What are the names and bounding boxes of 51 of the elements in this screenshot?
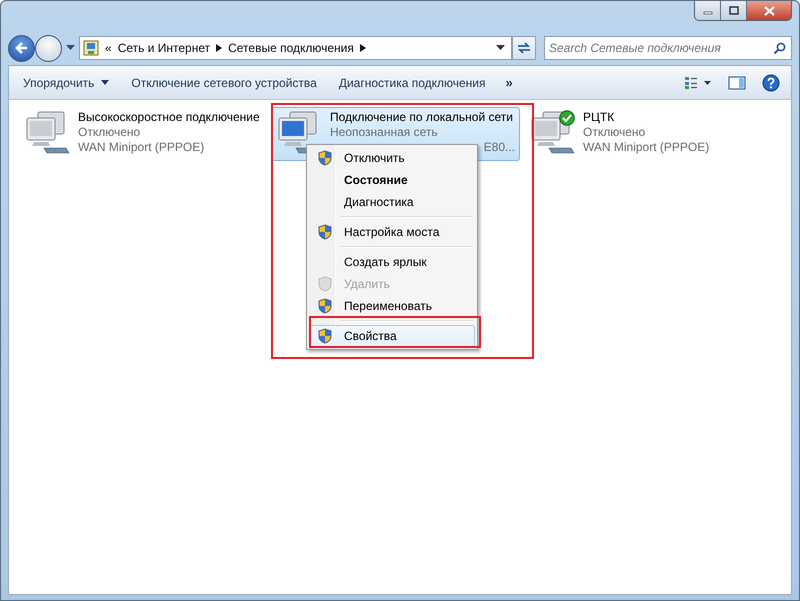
address-bar[interactable]: « Сеть и Интернет Сетевые подключения xyxy=(79,36,512,60)
shield-icon xyxy=(318,224,332,240)
close-button[interactable] xyxy=(747,1,791,20)
connection-device: E80... xyxy=(484,140,515,155)
connection-status: Отключено xyxy=(78,125,140,140)
close-icon xyxy=(764,6,774,16)
menu-item[interactable]: Свойства xyxy=(309,325,475,347)
connection-name: Высокоскоростное подключение xyxy=(78,110,260,125)
caret-icon xyxy=(101,80,110,85)
breadcrumb-overflow[interactable]: « xyxy=(105,41,112,55)
menu-item[interactable]: Создать ярлык xyxy=(309,251,475,273)
toolbar-button[interactable]: Упорядочить xyxy=(15,72,118,94)
menu-item[interactable]: Переименовать xyxy=(309,295,475,317)
connection-status: Неопознанная сеть xyxy=(330,125,438,140)
breadcrumb-arrow-icon[interactable] xyxy=(360,44,366,52)
refresh-arrows-icon xyxy=(516,41,532,55)
shield-icon xyxy=(318,298,332,314)
connection-device: WAN Miniport (PPPOE) xyxy=(583,140,710,155)
shield-icon xyxy=(318,328,332,344)
shield-icon xyxy=(318,150,332,166)
help-icon xyxy=(762,74,780,92)
toolbar-button[interactable]: Отключение сетевого устройства xyxy=(123,72,325,94)
menu-item[interactable]: Состояние xyxy=(309,169,475,191)
connection-name: РЦТК xyxy=(583,110,614,125)
connection-device: WAN Miniport (PPPOE) xyxy=(78,140,204,155)
refresh-button[interactable] xyxy=(512,36,536,60)
shield-icon xyxy=(318,276,332,292)
breadcrumb-item[interactable]: Сеть и Интернет xyxy=(118,41,210,55)
search-field[interactable]: Search Сетевые подключения xyxy=(544,36,792,60)
connection-name: Подключение по локальной сети xyxy=(330,110,513,125)
menu-item[interactable]: Диагностика xyxy=(309,191,475,213)
view-list-icon xyxy=(684,76,712,90)
network-folder-icon xyxy=(83,40,99,56)
maximize-button[interactable] xyxy=(721,1,747,20)
check-badge-icon xyxy=(559,110,575,126)
menu-item[interactable]: Настройка моста xyxy=(309,221,475,243)
minimize-button[interactable] xyxy=(695,1,721,20)
search-icon xyxy=(773,42,786,55)
breadcrumb-item[interactable]: Сетевые подключения xyxy=(228,41,354,55)
preview-pane-icon xyxy=(728,76,746,90)
history-dropdown-icon[interactable] xyxy=(66,45,75,51)
breadcrumb-arrow-icon[interactable] xyxy=(216,44,222,52)
connection-item[interactable]: Высокоскоростное подключение Отключено WAN Miniport (PPPOE) xyxy=(19,107,267,161)
address-dropdown-icon[interactable] xyxy=(496,45,505,51)
more-commands-button[interactable]: » xyxy=(500,71,519,94)
connection-status: Отключено xyxy=(583,125,646,140)
forward-button[interactable] xyxy=(35,34,62,62)
connection-item[interactable]: РЦТК Отключено WAN Miniport (PPPOE) xyxy=(524,107,772,161)
toolbar-button[interactable]: Диагностика подключения xyxy=(330,72,494,94)
back-button[interactable] xyxy=(8,34,35,62)
maximize-icon xyxy=(728,6,738,15)
